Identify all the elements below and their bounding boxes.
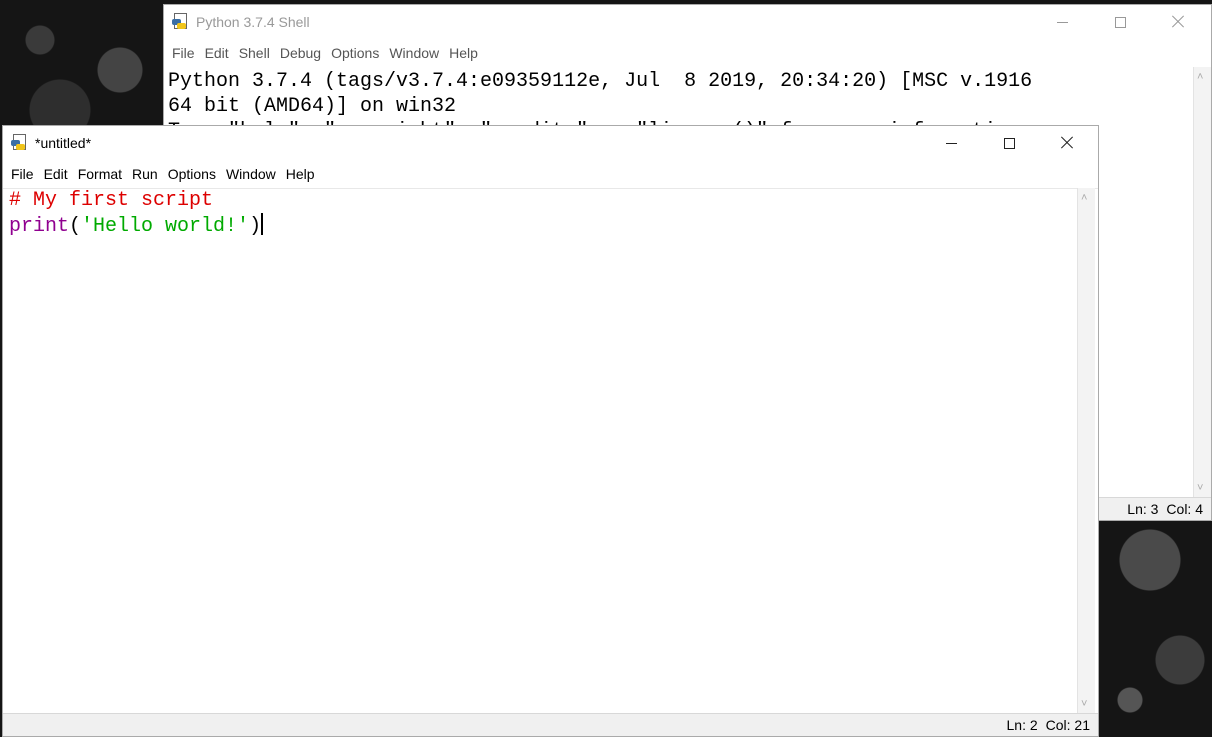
scroll-down-icon[interactable]: ˅: [1081, 698, 1087, 710]
close-button[interactable]: [1038, 126, 1096, 160]
menu-run[interactable]: Run: [132, 166, 158, 182]
editor-text-area[interactable]: # My first script print('Hello world!'): [3, 188, 1078, 714]
editor-statusbar: Ln: 2 Col: 21: [3, 713, 1098, 736]
menu-window[interactable]: Window: [226, 166, 276, 182]
menu-help[interactable]: Help: [286, 166, 315, 182]
menu-window[interactable]: Window: [389, 45, 439, 61]
menu-options[interactable]: Options: [331, 45, 379, 61]
minimize-icon: [1056, 21, 1068, 23]
editor-title: *untitled*: [35, 135, 92, 151]
shell-titlebar[interactable]: Python 3.7.4 Shell: [164, 5, 1211, 39]
menu-file[interactable]: File: [172, 45, 195, 61]
shell-status-line: Ln: 3: [1127, 501, 1159, 517]
menu-options[interactable]: Options: [168, 166, 216, 182]
close-icon: [1171, 15, 1185, 29]
python-idle-icon: [11, 134, 29, 152]
code-comment-line: # My first script: [9, 189, 214, 212]
shell-title: Python 3.7.4 Shell: [196, 14, 310, 30]
menu-help[interactable]: Help: [449, 45, 478, 61]
editor-status-line: Ln: 2: [1006, 717, 1038, 733]
editor-menubar: File Edit Format Run Options Window Help: [3, 160, 1098, 189]
code-string: 'Hello world!': [81, 215, 250, 238]
menu-edit[interactable]: Edit: [205, 45, 229, 61]
maximize-icon: [1003, 137, 1015, 149]
editor-titlebar[interactable]: *untitled*: [3, 126, 1098, 160]
scroll-up-icon[interactable]: ˄: [1197, 71, 1203, 83]
editor-window[interactable]: *untitled* File Edit Format Run Options …: [2, 125, 1099, 737]
scroll-up-icon[interactable]: ˄: [1081, 192, 1087, 204]
shell-line-2: 64 bit (AMD64)] on win32: [168, 95, 457, 118]
close-icon: [1060, 136, 1074, 150]
shell-menubar: File Edit Shell Debug Options Window Hel…: [164, 39, 1211, 67]
text-cursor: [261, 213, 264, 235]
minimize-button[interactable]: [1033, 5, 1091, 39]
python-idle-icon: [172, 13, 190, 31]
code-print-line: print('Hello world!'): [9, 213, 264, 239]
menu-shell[interactable]: Shell: [239, 45, 270, 61]
menu-debug[interactable]: Debug: [280, 45, 321, 61]
maximize-icon: [1114, 16, 1126, 28]
code-paren-open: (: [69, 215, 82, 238]
maximize-button[interactable]: [1091, 5, 1149, 39]
menu-file[interactable]: File: [11, 166, 34, 182]
minimize-button[interactable]: [922, 126, 980, 160]
shell-line-1: Python 3.7.4 (tags/v3.7.4:e09359112e, Ju…: [168, 70, 1033, 93]
menu-format[interactable]: Format: [78, 166, 122, 182]
menu-edit[interactable]: Edit: [44, 166, 68, 182]
shell-scrollbar[interactable]: ˄ ˅: [1193, 67, 1211, 498]
code-keyword: print: [9, 215, 70, 238]
maximize-button[interactable]: [980, 126, 1038, 160]
minimize-icon: [945, 142, 957, 144]
code-paren-close: ): [249, 215, 262, 238]
editor-scrollbar[interactable]: ˄ ˅: [1077, 188, 1095, 714]
scroll-down-icon[interactable]: ˅: [1197, 482, 1203, 494]
shell-status-col: Col: 4: [1166, 501, 1203, 517]
editor-status-col: Col: 21: [1045, 717, 1090, 733]
close-button[interactable]: [1149, 5, 1207, 39]
